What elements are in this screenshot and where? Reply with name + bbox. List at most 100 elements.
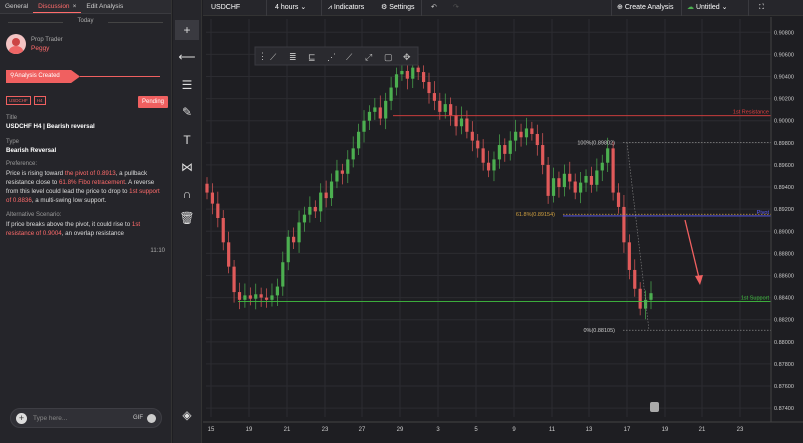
x-tick-label: 27 xyxy=(359,427,366,433)
candle-body xyxy=(346,159,350,174)
title-label: Title xyxy=(6,115,18,121)
divider xyxy=(80,76,160,77)
candle-body xyxy=(551,178,556,196)
preference-label: Preference: xyxy=(6,161,38,167)
undo-icon[interactable]: ↶ xyxy=(431,0,437,16)
candle-body xyxy=(297,222,301,243)
candle-body xyxy=(449,104,453,116)
candle-body xyxy=(427,82,431,94)
candle-body xyxy=(622,206,626,243)
magnet-icon[interactable]: ∩ xyxy=(175,184,199,204)
emoji-icon[interactable] xyxy=(147,413,156,423)
y-tick-label: 0.88600 xyxy=(774,273,794,279)
redo-icon[interactable]: ↷ xyxy=(453,0,459,16)
candle-body xyxy=(351,148,355,160)
candle-body xyxy=(595,170,599,185)
candle-body xyxy=(254,294,258,299)
candle-body xyxy=(530,128,534,134)
y-tick-label: 0.90600 xyxy=(774,52,794,58)
candle-body xyxy=(259,294,263,298)
avatar[interactable] xyxy=(6,34,26,54)
add-icon[interactable]: + xyxy=(16,412,27,424)
candle-body xyxy=(237,292,242,300)
status-badge[interactable]: Pending xyxy=(138,96,169,108)
candle-body xyxy=(216,203,220,218)
candle-body xyxy=(308,206,312,215)
app: General Discussion × Edit Analysis Today … xyxy=(0,0,803,443)
extended-line-icon[interactable]: ⤢ xyxy=(364,52,372,62)
preference-text: Price is rising toward the pivot of 0.89… xyxy=(6,170,160,204)
candle-body xyxy=(633,269,637,289)
untitled-label: Untitled xyxy=(695,4,720,11)
text-icon[interactable]: T xyxy=(175,130,199,150)
x-tick-label: 23 xyxy=(322,427,329,433)
author-name[interactable]: Peggy xyxy=(31,45,63,52)
gif-button[interactable]: GIF xyxy=(133,415,143,421)
x-tick-label: 11 xyxy=(549,427,556,433)
tab-general[interactable]: General xyxy=(0,0,33,13)
candle-body xyxy=(232,266,236,293)
message-input[interactable]: Type here... xyxy=(33,415,133,422)
candle-body xyxy=(454,115,458,127)
candle-body xyxy=(465,118,469,132)
horizontal-line-icon[interactable]: ⟵ xyxy=(175,47,199,67)
tab-discussion[interactable]: Discussion × xyxy=(33,0,82,13)
type-value: Bearish Reversal xyxy=(6,147,57,154)
candle-body xyxy=(205,183,209,193)
alternative-field: Alternative Scenario: If price breaks ab… xyxy=(6,212,166,238)
interval-selector[interactable]: 4 hours ⌄ xyxy=(275,0,306,16)
settings-button[interactable]: ⚙ Settings xyxy=(381,0,415,16)
move-icon[interactable]: ✥ xyxy=(403,52,411,62)
candle-body xyxy=(616,192,621,207)
rectangle-icon[interactable]: ▢ xyxy=(384,52,393,62)
price-chart[interactable]: 1st Resistance0.90045Pivot0.891391st Sup… xyxy=(203,17,803,443)
chart-topbar: USDCHF 4 hours ⌄ ⩘ Indicators ⚙ Settings… xyxy=(203,0,803,16)
create-analysis-button[interactable]: ⊕ Create Analysis xyxy=(617,0,673,16)
candle-body xyxy=(416,67,420,73)
y-tick-label: 0.88000 xyxy=(774,340,794,346)
pattern-icon[interactable]: ⋈ xyxy=(175,157,199,177)
y-tick-label: 0.87600 xyxy=(774,384,794,390)
gear-icon: ⚙ xyxy=(381,4,388,11)
chart-svg[interactable]: 1st Resistance0.90045Pivot0.891391st Sup… xyxy=(203,17,803,443)
fib-label: 100%(0.89802) xyxy=(577,141,615,147)
trash-icon[interactable]: 🗑 xyxy=(175,208,199,228)
drag-handle-icon[interactable]: ⋮ xyxy=(258,51,267,61)
layers-icon[interactable]: ◈ xyxy=(175,405,199,425)
ray-icon[interactable]: ⟋ xyxy=(346,52,353,62)
y-tick-label: 0.89200 xyxy=(774,207,794,213)
title-value: USDCHF H4 | Bearish reversal xyxy=(6,123,95,130)
tab-edit-analysis[interactable]: Edit Analysis xyxy=(81,0,128,13)
candle-body xyxy=(600,162,604,171)
x-tick-label: 13 xyxy=(586,427,593,433)
candle-body xyxy=(649,293,653,300)
y-tick-label: 0.90800 xyxy=(774,30,794,36)
candle-body xyxy=(470,131,474,141)
fib-icon[interactable]: ≣ xyxy=(289,52,297,62)
trendline-icon[interactable]: ⟋ xyxy=(270,52,277,62)
candle-body xyxy=(319,192,323,212)
discussion-panel: General Discussion × Edit Analysis Today … xyxy=(0,0,172,443)
replay-icon[interactable] xyxy=(650,402,659,412)
brush-icon[interactable]: ✎ xyxy=(175,102,199,122)
symbol-badge: USDCHF xyxy=(6,96,31,105)
layout-name-button[interactable]: ☁ Untitled ⌄ xyxy=(687,0,728,16)
alternative-text: If price breaks above the pivot, it coul… xyxy=(6,221,141,237)
indicators-button[interactable]: ⩘ Indicators xyxy=(328,0,364,16)
symbol-selector[interactable]: USDCHF xyxy=(211,0,240,16)
y-tick-label: 0.90200 xyxy=(774,97,794,103)
tab-discussion-label: Discussion xyxy=(38,3,70,10)
parallel-lines-icon[interactable]: ☰ xyxy=(175,75,199,95)
fib-ext-icon[interactable]: ⊑ xyxy=(308,52,316,62)
close-icon[interactable]: × xyxy=(73,3,77,10)
candle-body xyxy=(389,87,393,101)
fullscreen-icon[interactable]: ⛶ xyxy=(759,0,764,16)
candle-body xyxy=(362,120,366,132)
crosshair-icon[interactable]: + xyxy=(175,20,199,40)
y-tick-label: 0.90400 xyxy=(774,74,794,80)
candle-body xyxy=(411,67,415,79)
candle-body xyxy=(313,206,317,212)
channel-icon[interactable]: ⋰ xyxy=(327,52,336,62)
y-tick-label: 0.87400 xyxy=(774,406,794,412)
candle-body xyxy=(514,131,518,141)
